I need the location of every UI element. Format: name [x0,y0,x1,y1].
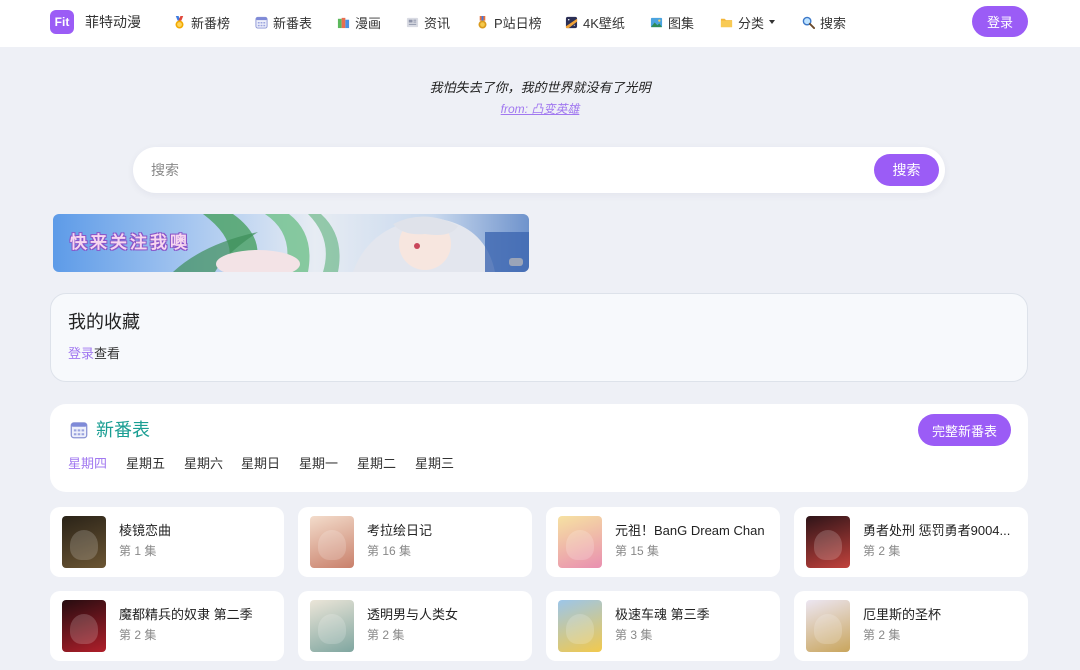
books-icon [337,17,350,28]
anime-card[interactable]: 极速车魂 第三季 第 3 集 [546,591,780,661]
tab-thursday[interactable]: 星期四 [68,456,107,472]
tab-sunday[interactable]: 星期日 [241,456,280,472]
anime-episode: 第 16 集 [367,544,412,558]
search-button[interactable]: 搜索 [874,154,939,186]
anime-card[interactable]: 勇者处刑 惩罚勇者9004... 第 2 集 [794,507,1028,577]
nav-item-new-ranking[interactable]: 新番榜 [173,13,230,31]
search-bar: 搜索 [133,147,945,193]
quote-source-row: from: 凸变英雄 [0,102,1080,117]
nav-item-gallery[interactable]: 图集 [650,13,694,31]
anime-grid: 棱镜恋曲 第 1 集 考拉绘日记 第 16 集 元祖！BanG Dream Ch… [50,507,1028,661]
login-button[interactable]: 登录 [972,6,1028,37]
top-navbar: Fit 菲特动漫 新番榜 新番表 漫画 资讯 P站日榜 4K壁纸 图集 分类 搜… [0,0,1080,47]
nav-label: 分类 [738,15,765,31]
favorites-login-link[interactable]: 登录 [68,346,94,361]
nav-item-search[interactable]: 搜索 [802,13,846,31]
tab-tuesday[interactable]: 星期二 [357,456,396,472]
site-logo[interactable]: Fit [50,10,74,34]
favorites-login-suffix: 查看 [94,346,121,361]
anime-title: 魔都精兵的奴隶 第二季 [119,607,253,622]
anime-card[interactable]: 考拉绘日记 第 16 集 [298,507,532,577]
anime-episode: 第 2 集 [119,628,157,642]
anime-cover [62,600,106,652]
nav-label: P站日榜 [494,15,542,31]
anime-cover [310,600,354,652]
nav-label: 新番榜 [191,15,231,31]
anime-cover [310,516,354,568]
anime-cover [558,516,602,568]
promo-banner[interactable]: 快来关注我噢 [53,214,529,272]
folder-icon [720,18,733,27]
nav-item-manga[interactable]: 漫画 [337,13,381,31]
favorites-login-prompt: 登录查看 [68,346,120,362]
site-name[interactable]: 菲特动漫 [85,13,141,31]
nav-item-schedule[interactable]: 新番表 [255,13,312,31]
nav-label: 4K壁纸 [583,15,625,31]
nav-item-pixiv-daily[interactable]: P站日榜 [476,13,542,31]
tab-saturday[interactable]: 星期六 [184,456,223,472]
tab-monday[interactable]: 星期一 [299,456,338,472]
nav-label: 搜索 [820,15,847,31]
anime-episode: 第 2 集 [367,628,405,642]
night-sky-icon [565,16,578,28]
favorites-card: 我的收藏 登录查看 [50,293,1028,382]
newspaper-icon [406,17,419,27]
quote-text: 我怕失去了你，我的世界就没有了光明 [429,80,651,95]
nav-item-4k-wallpaper[interactable]: 4K壁纸 [565,13,625,31]
anime-cover [558,600,602,652]
search-icon [802,16,815,29]
anime-card[interactable]: 棱镜恋曲 第 1 集 [50,507,284,577]
anime-episode: 第 15 集 [615,544,660,558]
chevron-down-icon [769,20,776,24]
military-medal-icon [478,15,487,29]
search-input[interactable] [151,147,851,193]
banner-caption: 快来关注我噢 [70,233,190,252]
anime-title: 考拉绘日记 [367,523,433,538]
tab-friday[interactable]: 星期五 [126,456,165,472]
anime-cover [62,516,106,568]
schedule-title: 新番表 [96,420,150,440]
nav-label: 漫画 [355,15,382,31]
anime-card[interactable]: 透明男与人类女 第 2 集 [298,591,532,661]
calendar-icon [255,16,268,29]
anime-title: 极速车魂 第三季 [615,607,710,622]
anime-episode: 第 3 集 [615,628,653,642]
anime-card[interactable]: 魔都精兵的奴隶 第二季 第 2 集 [50,591,284,661]
anime-cover [806,516,850,568]
anime-title: 厄里斯的圣杯 [863,607,942,622]
anime-episode: 第 1 集 [119,544,157,558]
anime-title: 透明男与人类女 [367,607,459,622]
calendar-icon [70,422,88,439]
nav-item-news[interactable]: 资讯 [406,13,450,31]
anime-episode: 第 2 集 [863,628,901,642]
anime-card[interactable]: 元祖！BanG Dream Chan 第 15 集 [546,507,780,577]
anime-title: 棱镜恋曲 [119,523,172,538]
medal-icon [175,15,184,29]
tab-wednesday[interactable]: 星期三 [415,456,454,472]
nav-label: 资讯 [424,15,451,31]
anime-title: 元祖！BanG Dream Chan [615,523,765,538]
anime-cover [806,600,850,652]
nav-label: 图集 [668,15,695,31]
nav-item-category-dropdown[interactable]: 分类 [720,13,776,31]
nav-label: 新番表 [273,15,313,31]
schedule-card: 新番表 完整新番表 星期四 星期五 星期六 星期日 星期一 星期二 星期三 [50,404,1028,492]
anime-card[interactable]: 厄里斯的圣杯 第 2 集 [794,591,1028,661]
favorites-title: 我的收藏 [68,312,140,332]
framed-picture-icon [650,17,663,27]
anime-title: 勇者处刑 惩罚勇者9004... [863,523,1011,538]
anime-episode: 第 2 集 [863,544,901,558]
full-schedule-button[interactable]: 完整新番表 [918,414,1011,446]
quote-source-link[interactable]: from: 凸变英雄 [501,102,580,116]
